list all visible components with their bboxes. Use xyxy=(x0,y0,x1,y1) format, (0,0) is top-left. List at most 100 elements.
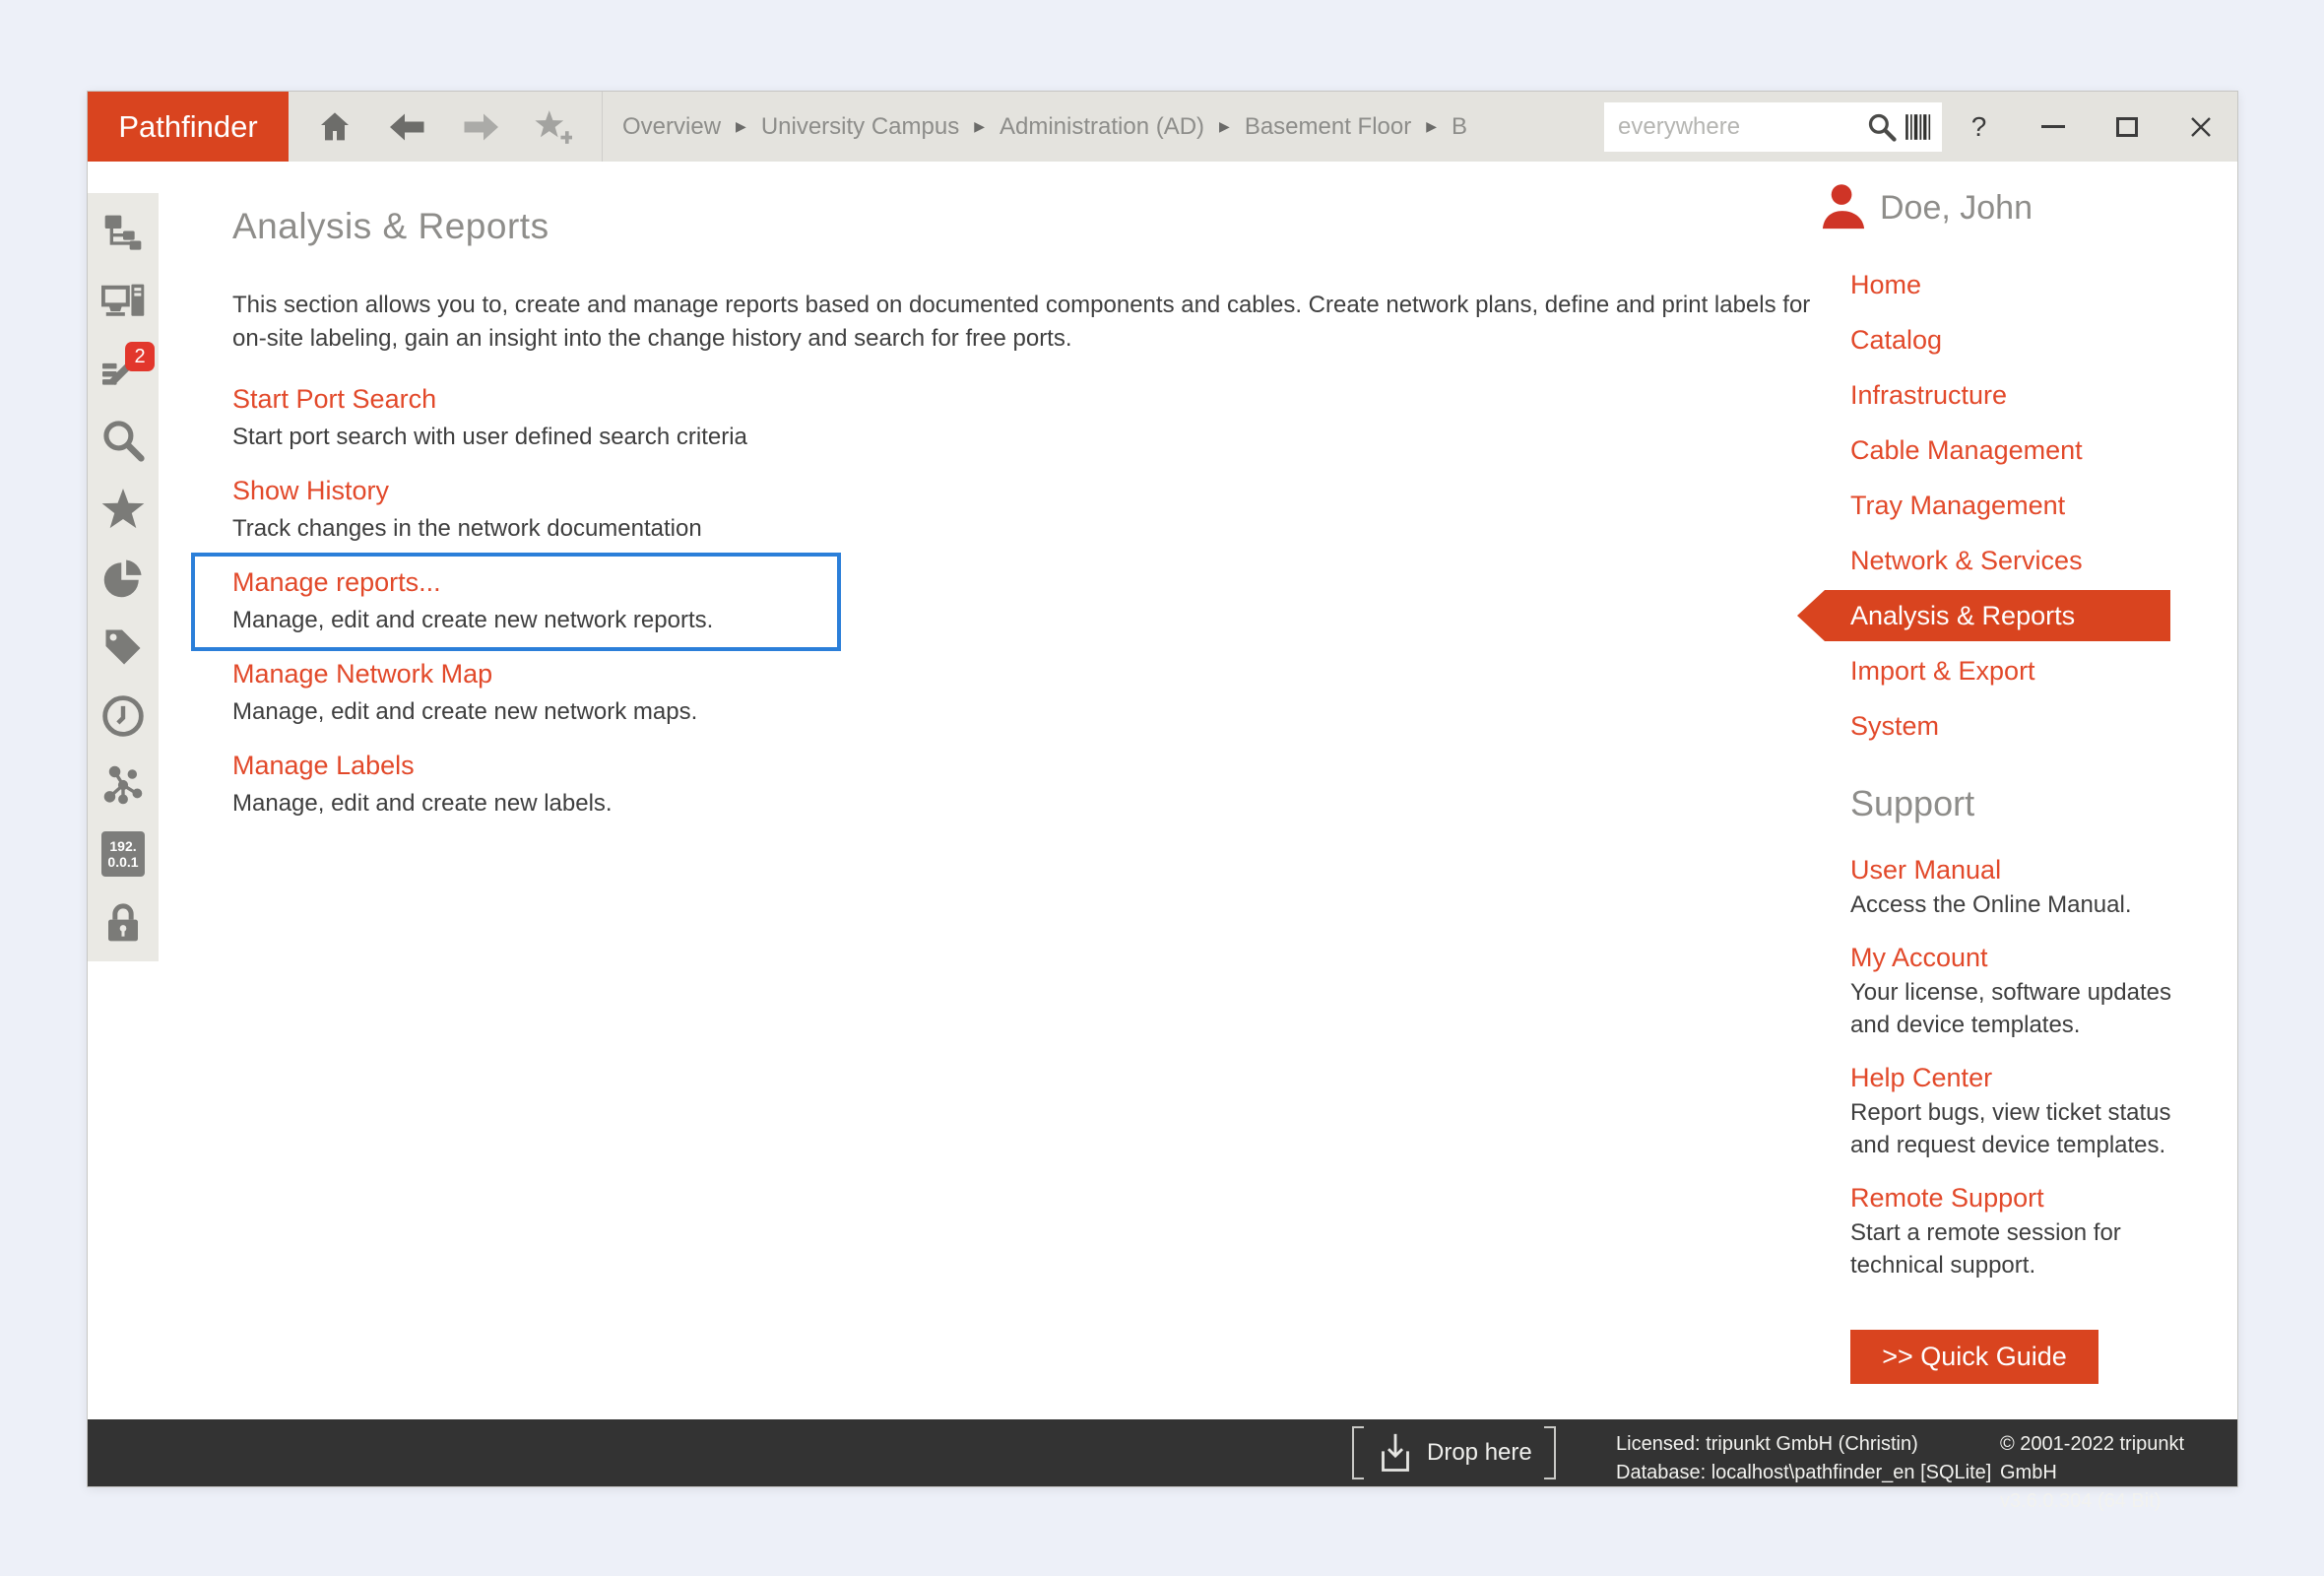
topology-icon[interactable] xyxy=(101,764,145,806)
support-my-account: My Account Your license, software update… xyxy=(1796,941,2249,1041)
support-desc: Access the Online Manual. xyxy=(1850,888,2185,921)
nav-item-cable-management[interactable]: Cable Management xyxy=(1796,423,2249,478)
support-desc: Your license, software updates and devic… xyxy=(1850,976,2185,1041)
app-logo: Pathfinder xyxy=(88,92,289,162)
nav-item-catalog[interactable]: Catalog xyxy=(1796,312,2249,367)
action-link[interactable]: Start Port Search xyxy=(232,382,1828,416)
title-bar: Pathfinder Overview ▶ University Campus … xyxy=(88,92,2237,162)
chevron-right-icon: ▶ xyxy=(1426,118,1437,135)
support-user-manual: User Manual Access the Online Manual. xyxy=(1796,853,2249,921)
labels-tag-icon[interactable] xyxy=(101,626,145,668)
nav-item-home[interactable]: Home xyxy=(1796,257,2249,312)
notification-badge: 2 xyxy=(125,342,155,371)
user-name: Doe, John xyxy=(1880,189,2033,228)
drop-here-zone[interactable]: Drop here xyxy=(1352,1419,1556,1486)
help-button[interactable]: ? xyxy=(1942,102,2016,152)
add-favorite-button[interactable] xyxy=(535,110,572,144)
main-nav: Home Catalog Infrastructure Cable Manage… xyxy=(1796,257,2249,754)
nav-item-network-services[interactable]: Network & Services xyxy=(1796,533,2249,588)
bracket-left-icon xyxy=(1352,1426,1364,1479)
support-link[interactable]: My Account xyxy=(1850,941,2249,974)
drop-download-icon xyxy=(1376,1432,1415,1474)
breadcrumb-item[interactable]: Basement Floor xyxy=(1245,113,1411,141)
drop-here-label: Drop here xyxy=(1427,1439,1532,1467)
toolbar-icons xyxy=(289,110,572,144)
section-description: This section allows you to, create and m… xyxy=(232,289,1828,356)
nav-item-import-export[interactable]: Import & Export xyxy=(1796,643,2249,698)
copyright-line: © 2001-2022 tripunkt GmbH xyxy=(2000,1430,2237,1487)
action-desc: Manage, edit and create new labels. xyxy=(232,788,1828,820)
link-show-history: Show History Track changes in the networ… xyxy=(232,474,1828,545)
link-manage-labels: Manage Labels Manage, edit and create ne… xyxy=(232,749,1828,820)
version-line: v3.6.0.304 (64 Bit) xyxy=(2000,1487,2237,1516)
right-nav: Doe, John Home Catalog Infrastructure Ca… xyxy=(1796,180,2249,1384)
nav-item-infrastructure[interactable]: Infrastructure xyxy=(1796,367,2249,423)
license-line: Licensed: tripunkt GmbH (Christin) xyxy=(1616,1430,1991,1459)
support-links: User Manual Access the Online Manual. My… xyxy=(1796,853,2249,1281)
reports-pie-icon[interactable] xyxy=(101,558,145,599)
main-content: Analysis & Reports This section allows y… xyxy=(232,162,1828,840)
breadcrumb-item[interactable]: B xyxy=(1452,113,1467,141)
link-manage-reports: Manage reports... Manage, edit and creat… xyxy=(232,565,1828,636)
version-info: © 2001-2022 tripunkt GmbH v3.6.0.304 (64… xyxy=(2000,1430,2237,1516)
back-button[interactable] xyxy=(389,110,426,144)
action-desc: Track changes in the network documentati… xyxy=(232,513,1828,545)
patch-tools-icon[interactable]: 2 xyxy=(101,351,145,392)
breadcrumb-item[interactable]: Overview xyxy=(622,113,721,141)
bracket-right-icon xyxy=(1544,1426,1556,1479)
support-link[interactable]: Remote Support xyxy=(1850,1181,2249,1215)
favorites-star-icon[interactable] xyxy=(101,489,145,530)
support-help-center: Help Center Report bugs, view ticket sta… xyxy=(1796,1061,2249,1161)
support-link[interactable]: Help Center xyxy=(1850,1061,2249,1094)
support-desc: Report bugs, view ticket status and requ… xyxy=(1850,1096,2185,1161)
user-menu[interactable]: Doe, John xyxy=(1821,180,2249,235)
nav-item-system[interactable]: System xyxy=(1796,698,2249,754)
action-desc: Manage, edit and create new network maps… xyxy=(232,696,1828,728)
pathfinder-window: Pathfinder Overview ▶ University Campus … xyxy=(87,91,2238,1487)
divider xyxy=(602,92,603,162)
search-icon[interactable] xyxy=(1867,112,1897,142)
status-bar: Drop here Licensed: tripunkt GmbH (Chris… xyxy=(88,1419,2237,1486)
action-links: Start Port Search Start port search with… xyxy=(232,382,1828,820)
user-avatar-icon xyxy=(1821,183,1866,232)
workstation-icon[interactable] xyxy=(101,282,145,323)
license-info: Licensed: tripunkt GmbH (Christin) Datab… xyxy=(1616,1430,1991,1487)
support-heading: Support xyxy=(1850,783,2249,824)
security-lock-icon[interactable] xyxy=(101,902,145,944)
quick-guide-button[interactable]: >> Quick Guide xyxy=(1850,1330,2098,1384)
search-input[interactable] xyxy=(1618,113,1867,141)
minimize-button[interactable] xyxy=(2016,102,2090,152)
nav-item-tray-management[interactable]: Tray Management xyxy=(1796,478,2249,533)
maximize-button[interactable] xyxy=(2090,102,2163,152)
close-button[interactable] xyxy=(2163,102,2237,152)
chevron-right-icon: ▶ xyxy=(974,118,985,135)
ip-address-icon[interactable]: 192.0.0.1 xyxy=(101,833,145,875)
action-link[interactable]: Manage reports... xyxy=(232,565,1828,599)
chevron-right-icon: ▶ xyxy=(1219,118,1230,135)
left-icon-rail: 2 192.0.0.1 xyxy=(88,193,159,961)
history-clock-icon[interactable] xyxy=(101,695,145,737)
database-line: Database: localhost\pathfinder_en [SQLit… xyxy=(1616,1459,1991,1487)
network-tree-icon[interactable] xyxy=(101,213,145,254)
breadcrumb-item[interactable]: University Campus xyxy=(761,113,959,141)
link-manage-network-map: Manage Network Map Manage, edit and crea… xyxy=(232,657,1828,728)
search-box xyxy=(1604,102,1942,152)
action-link[interactable]: Manage Network Map xyxy=(232,657,1828,690)
forward-button[interactable] xyxy=(462,110,499,144)
home-button[interactable] xyxy=(316,110,354,144)
action-link[interactable]: Manage Labels xyxy=(232,749,1828,782)
support-remote-support: Remote Support Start a remote session fo… xyxy=(1796,1181,2249,1281)
nav-item-analysis-reports[interactable]: Analysis & Reports xyxy=(1825,590,2170,641)
link-start-port-search: Start Port Search Start port search with… xyxy=(232,382,1828,453)
breadcrumb: Overview ▶ University Campus ▶ Administr… xyxy=(622,113,1467,141)
support-link[interactable]: User Manual xyxy=(1850,853,2249,886)
support-desc: Start a remote session for technical sup… xyxy=(1850,1216,2185,1281)
breadcrumb-item[interactable]: Administration (AD) xyxy=(1000,113,1204,141)
search-icon[interactable] xyxy=(101,420,145,461)
chevron-right-icon: ▶ xyxy=(736,118,746,135)
barcode-scan-icon[interactable] xyxy=(1904,111,1932,143)
window-controls: ? xyxy=(1942,102,2237,152)
action-link[interactable]: Show History xyxy=(232,474,1828,507)
action-desc: Start port search with user defined sear… xyxy=(232,422,1828,453)
action-desc: Manage, edit and create new network repo… xyxy=(232,605,1828,636)
